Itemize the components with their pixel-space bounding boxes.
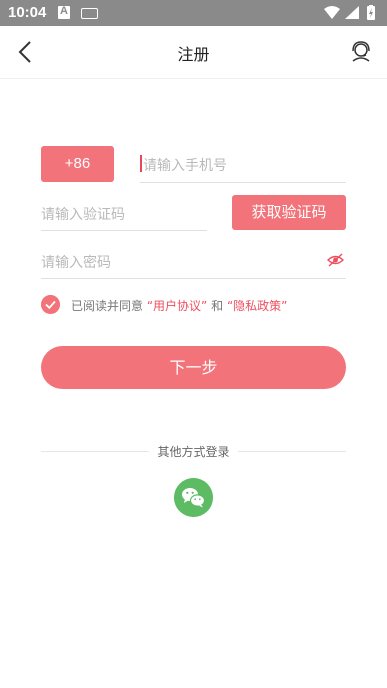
keyboard-icon bbox=[81, 8, 98, 19]
agreement-text: 已阅读并同意 “用户协议” 和 “隐私政策” bbox=[71, 297, 287, 314]
wifi-icon bbox=[324, 6, 340, 19]
password-placeholder: 请输入密码 bbox=[41, 255, 111, 271]
eye-hidden-icon[interactable] bbox=[327, 253, 344, 267]
agreement-and: 和 bbox=[211, 299, 224, 313]
other-login-label: 其他方式登录 bbox=[157, 445, 230, 459]
password-input[interactable]: 请输入密码 bbox=[41, 243, 346, 279]
phone-input[interactable]: 请输入手机号 bbox=[140, 146, 346, 183]
privacy-policy-link[interactable]: “隐私政策” bbox=[227, 299, 287, 313]
user-agreement-link[interactable]: “用户协议” bbox=[147, 299, 207, 313]
agreement-row: 已阅读并同意 “用户协议” 和 “隐私政策” bbox=[41, 295, 361, 315]
agreement-checkbox[interactable] bbox=[41, 295, 60, 314]
signal-icon bbox=[345, 6, 359, 19]
wechat-icon[interactable] bbox=[174, 478, 213, 517]
verification-code-input[interactable]: 请输入验证码 bbox=[41, 195, 207, 231]
status-bar: 10:04 bbox=[0, 0, 387, 26]
country-code-button[interactable]: +86 bbox=[41, 146, 114, 182]
status-icons bbox=[324, 5, 375, 20]
status-time: 10:04 bbox=[8, 4, 47, 21]
get-code-button[interactable]: 获取验证码 bbox=[232, 195, 346, 230]
header-bar: 注册 bbox=[0, 26, 387, 79]
phone-placeholder: 请输入手机号 bbox=[143, 158, 227, 174]
notification-a-icon bbox=[58, 5, 70, 19]
agreement-prefix: 已阅读并同意 bbox=[71, 299, 144, 313]
next-step-button[interactable]: 下一步 bbox=[41, 346, 346, 389]
page-title: 注册 bbox=[177, 45, 210, 64]
text-cursor bbox=[140, 155, 142, 172]
verify-placeholder: 请输入验证码 bbox=[41, 207, 125, 223]
divider-right bbox=[238, 451, 346, 452]
divider-left bbox=[41, 451, 149, 452]
customer-service-icon[interactable] bbox=[349, 39, 373, 63]
